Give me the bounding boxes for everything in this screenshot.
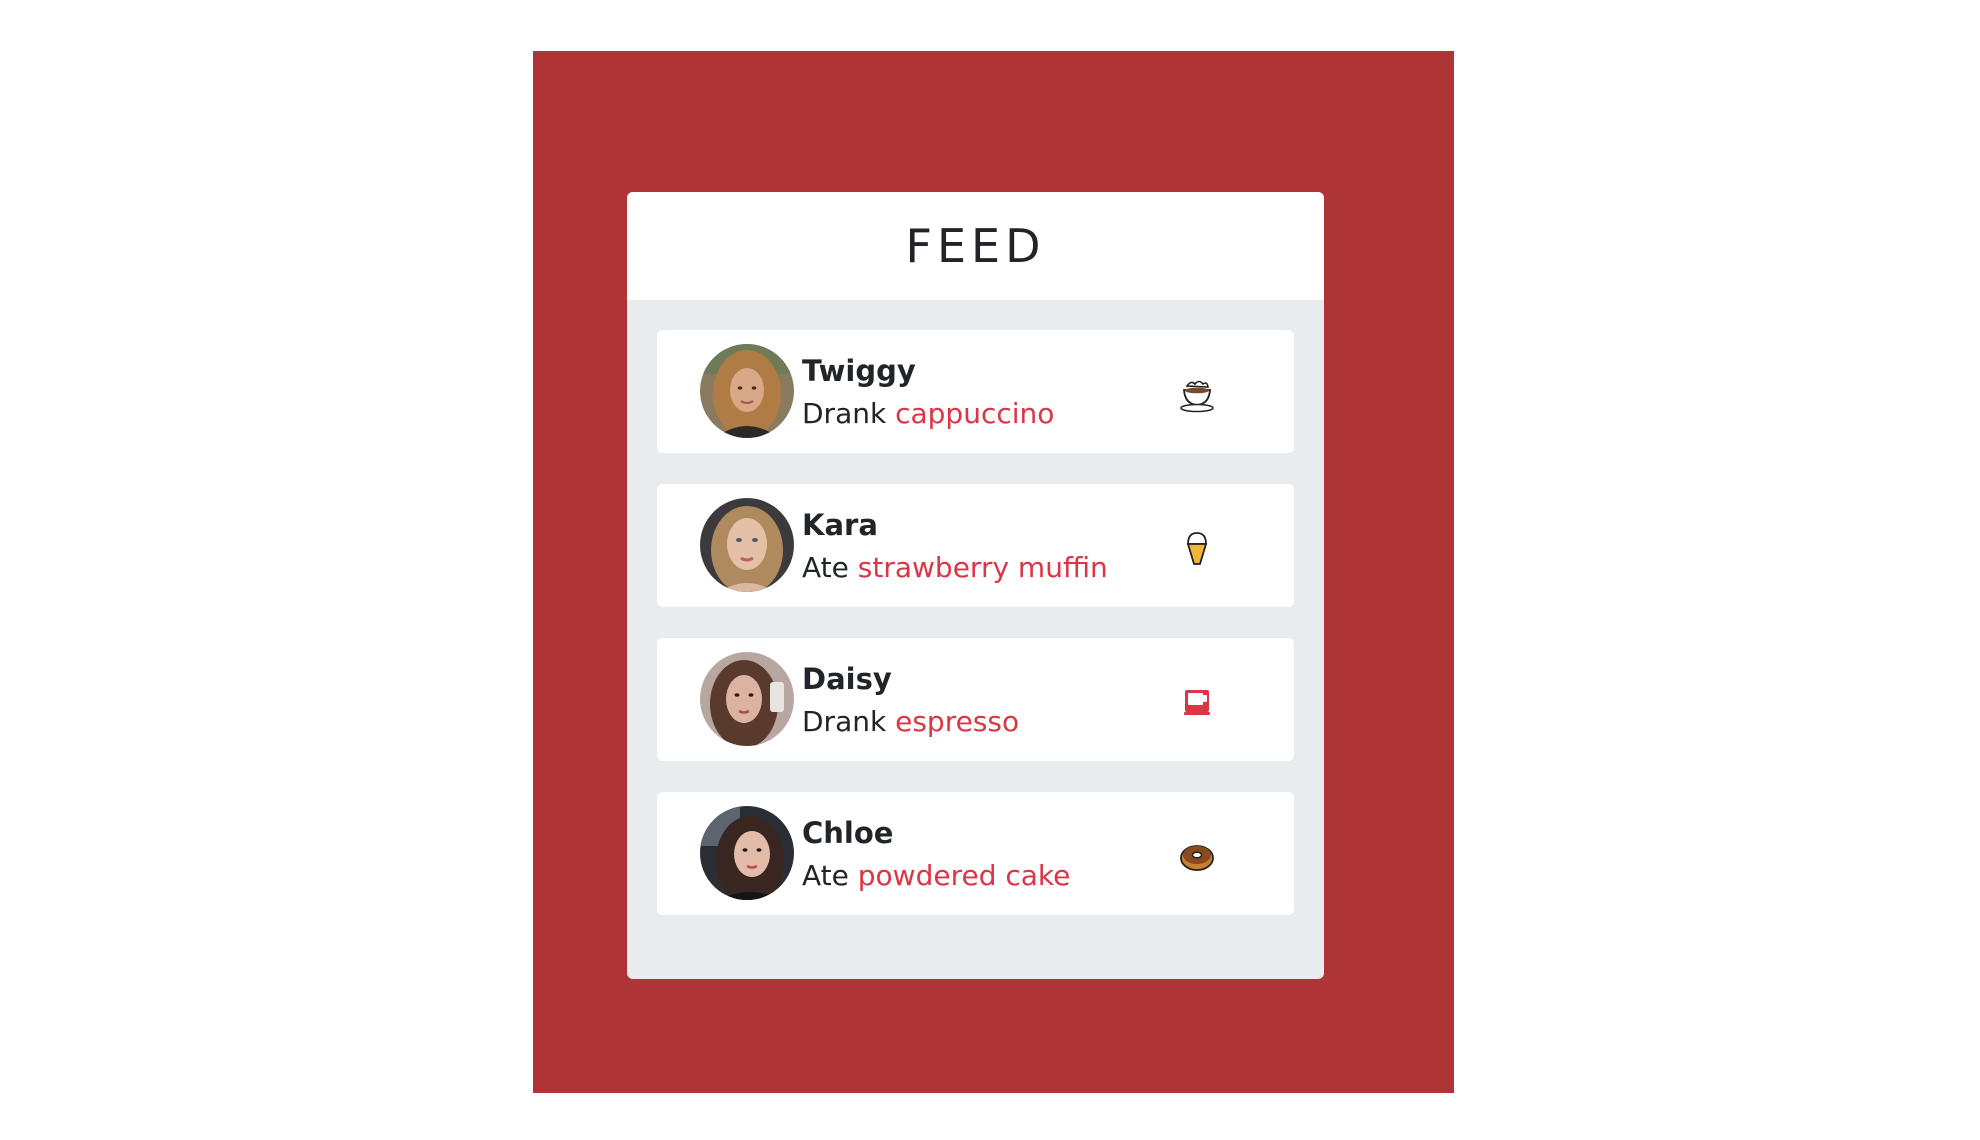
- avatar[interactable]: [700, 652, 794, 746]
- feed-action: Ate powdered cake: [802, 852, 1070, 900]
- feed-item[interactable]: Chloe Ate powdered cake: [657, 792, 1294, 915]
- feed-title: FEED: [905, 219, 1046, 273]
- feed-item[interactable]: Kara Ate strawberry muffin: [657, 484, 1294, 607]
- feed-item-link[interactable]: strawberry muffin: [858, 551, 1108, 584]
- feed-text: Kara Ate strawberry muffin: [802, 506, 1108, 592]
- feed-item-link[interactable]: espresso: [895, 705, 1019, 738]
- avatar[interactable]: [700, 498, 794, 592]
- feed-user-name[interactable]: Chloe: [802, 814, 1070, 852]
- feed-action-verb: Drank: [802, 705, 887, 738]
- ice-cream-icon: [1177, 528, 1217, 568]
- feed-card: FEED Twiggy Drank cappuccino Kara Ate st…: [627, 192, 1324, 979]
- feed-action: Ate strawberry muffin: [802, 544, 1108, 592]
- feed-header: FEED: [627, 192, 1324, 300]
- coffee-cup-icon: [1177, 374, 1217, 414]
- feed-text: Twiggy Drank cappuccino: [802, 352, 1054, 438]
- feed-user-name[interactable]: Twiggy: [802, 352, 1054, 390]
- feed-text: Chloe Ate powdered cake: [802, 814, 1070, 900]
- feed-user-name[interactable]: Daisy: [802, 660, 1019, 698]
- mug-icon: [1177, 682, 1217, 722]
- feed-action: Drank espresso: [802, 698, 1019, 746]
- donut-icon: [1177, 836, 1217, 876]
- feed-text: Daisy Drank espresso: [802, 660, 1019, 746]
- feed-action: Drank cappuccino: [802, 390, 1054, 438]
- feed-action-verb: Ate: [802, 551, 849, 584]
- feed-item[interactable]: Daisy Drank espresso: [657, 638, 1294, 761]
- avatar[interactable]: [700, 806, 794, 900]
- avatar[interactable]: [700, 344, 794, 438]
- feed-item[interactable]: Twiggy Drank cappuccino: [657, 330, 1294, 453]
- feed-action-verb: Ate: [802, 859, 849, 892]
- feed-item-link[interactable]: powdered cake: [858, 859, 1071, 892]
- feed-list: Twiggy Drank cappuccino Kara Ate strawbe…: [657, 330, 1294, 946]
- feed-action-verb: Drank: [802, 397, 887, 430]
- feed-item-link[interactable]: cappuccino: [895, 397, 1054, 430]
- feed-user-name[interactable]: Kara: [802, 506, 1108, 544]
